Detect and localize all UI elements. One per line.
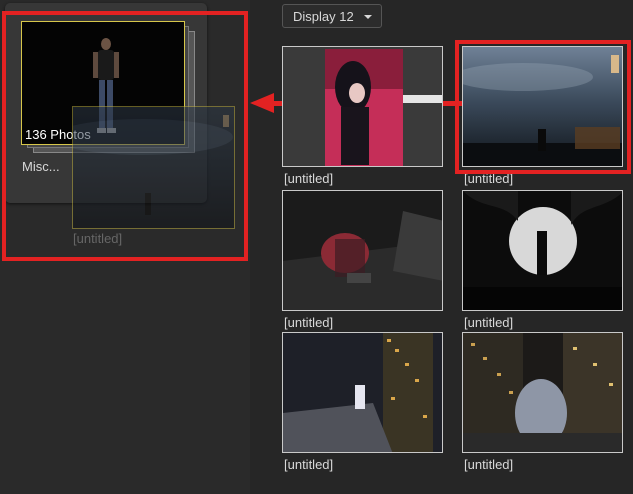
photo-label[interactable]: [untitled] [284,315,333,330]
photo-tile[interactable] [462,190,623,311]
photo-tile-selected[interactable] [462,46,623,167]
album-sidebar: 136 Photos Misc... [untitled] [0,0,250,494]
photo-tile[interactable] [282,190,443,311]
photo-tile[interactable] [462,332,623,453]
photo-label[interactable]: [untitled] [464,315,513,330]
album-name: Misc... [22,159,60,174]
photo-tile[interactable] [282,46,443,167]
photo-label[interactable]: [untitled] [284,171,333,186]
display-count-dropdown[interactable]: Display 12 [282,4,382,28]
photo-tile[interactable] [282,332,443,453]
photo-label[interactable]: [untitled] [464,457,513,472]
chevron-down-icon [364,15,372,19]
dragged-photo-label: [untitled] [73,231,123,246]
photo-label[interactable]: [untitled] [284,457,333,472]
dragged-photo-preview[interactable] [72,106,235,229]
display-count-label: Display 12 [293,8,354,24]
drag-arrow-head-icon [250,93,274,113]
photo-label[interactable]: [untitled] [464,171,513,186]
